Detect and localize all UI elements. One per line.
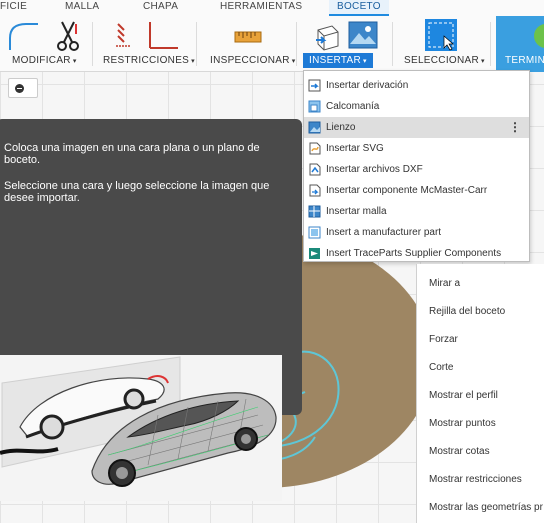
- group-restricciones[interactable]: RESTRICCIONES ▾: [103, 55, 195, 66]
- tooltip-description: Coloca una imagen en una cara plana o un…: [4, 142, 260, 166]
- ctx-item-show-dimensions[interactable]: Mostrar cotas: [429, 446, 490, 457]
- menu-item-insert-svg[interactable]: Insertar SVG: [304, 138, 529, 159]
- ribbon-toolbar: MODIFICAR ▾ RESTRICCIONES ▾ INSPECCIONAR ▾ …: [0, 16, 544, 72]
- insert-canvas-image-icon[interactable]: [348, 20, 378, 52]
- ctx-item-look-at[interactable]: Mirar a: [429, 278, 460, 289]
- tab-superficie[interactable]: FICIE: [0, 0, 27, 16]
- menu-item-decal[interactable]: Calcomanía: [304, 96, 529, 117]
- menu-item-insert-mesh[interactable]: Insertar malla: [304, 201, 529, 222]
- dxf-icon: [309, 163, 321, 176]
- group-inspeccionar[interactable]: INSPECCIONAR ▾: [210, 55, 296, 66]
- manufacturer-part-icon: [308, 226, 321, 239]
- derive-icon: [308, 79, 321, 92]
- svg-icon: [309, 142, 321, 155]
- insert-derive-icon[interactable]: [312, 22, 342, 52]
- menu-item-manufacturer-part[interactable]: Insert a manufacturer part: [304, 222, 529, 243]
- mesh-icon: [308, 205, 321, 218]
- decal-icon: [308, 100, 321, 113]
- tooltip-car-illustration: [0, 355, 282, 501]
- tab-herramientas[interactable]: HERRAMIENTAS: [220, 0, 302, 16]
- menu-item-traceparts[interactable]: Insert TraceParts Supplier Components: [304, 243, 529, 264]
- tab-boceto[interactable]: BOCETO: [329, 0, 389, 16]
- context-menu: Mirar a Rejilla del boceto Forzar Corte …: [416, 264, 544, 523]
- menu-item-mcmaster[interactable]: Insertar componente McMaster-Carr: [304, 180, 529, 201]
- menu-item-canvas[interactable]: Lienzo ⋮: [304, 117, 529, 138]
- coincident-constraint-icon[interactable]: [112, 20, 134, 52]
- canvas-tooltip: Coloca una imagen en una cara plana o un…: [0, 119, 302, 501]
- ctx-item-show-profile[interactable]: Mostrar el perfil: [429, 390, 498, 401]
- canvas-icon: [308, 121, 321, 134]
- ctx-item-show-projected-geometries[interactable]: Mostrar las geometrías pr: [429, 502, 543, 513]
- browser-collapse-control[interactable]: [8, 78, 38, 98]
- tab-chapa[interactable]: CHAPA: [143, 0, 178, 16]
- group-terminar[interactable]: TERMINA: [505, 55, 544, 66]
- ctx-item-sketch-grid[interactable]: Rejilla del boceto: [429, 306, 505, 317]
- group-seleccionar[interactable]: SELECCIONAR ▾: [404, 55, 485, 66]
- trim-scissors-icon[interactable]: [54, 20, 82, 52]
- ctx-item-snap[interactable]: Forzar: [429, 334, 458, 345]
- collapse-icon: [15, 84, 24, 93]
- ctx-item-show-constraints[interactable]: Mostrar restricciones: [429, 474, 522, 485]
- more-options-icon[interactable]: ⋮: [509, 120, 521, 134]
- group-insertar[interactable]: INSERTAR ▾: [303, 53, 373, 68]
- perpendicular-constraint-icon[interactable]: [146, 20, 180, 52]
- group-modificar[interactable]: MODIFICAR ▾: [12, 55, 77, 66]
- traceparts-icon: [309, 248, 320, 259]
- menu-item-insert-dxf[interactable]: Insertar archivos DXF: [304, 159, 529, 180]
- finish-sketch-icon[interactable]: [530, 22, 544, 52]
- menu-item-insert-derive[interactable]: Insertar derivación: [304, 75, 529, 96]
- mcmaster-icon: [309, 184, 321, 197]
- insert-dropdown-menu: Insertar derivación Calcomanía Lienzo ⋮ …: [303, 70, 530, 262]
- tooltip-instructions: Seleccione una cara y luego seleccione l…: [4, 180, 270, 204]
- fillet-icon[interactable]: [6, 20, 40, 52]
- select-box-icon[interactable]: [424, 18, 458, 52]
- ctx-item-slice[interactable]: Corte: [429, 362, 453, 373]
- measure-icon[interactable]: [234, 26, 262, 46]
- tab-malla[interactable]: MALLA: [65, 0, 99, 16]
- ctx-item-show-points[interactable]: Mostrar puntos: [429, 418, 496, 429]
- ribbon-tabs: FICIE MALLA CHAPA HERRAMIENTAS BOCETO: [0, 0, 544, 16]
